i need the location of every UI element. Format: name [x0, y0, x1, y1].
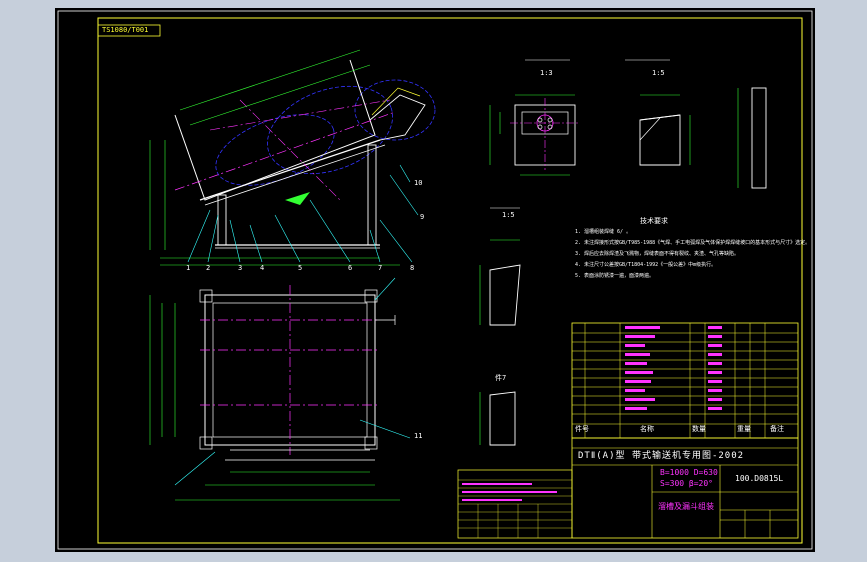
table-header-no: 件号 [575, 425, 589, 433]
title-main: DTⅡ(A)型 带式输送机专用图-2002 [578, 451, 745, 461]
tech-req-1: 1. 溜槽组装焊缝 6/ 。 [575, 229, 632, 235]
callout-11: 11 [414, 432, 423, 440]
table-header-name: 名称 [640, 425, 654, 433]
callout-1: 1 [186, 264, 191, 272]
table-header-remark: 备注 [770, 425, 784, 433]
tech-req-5: 5. 表面涂防锈漆一遍，面漆两遍。 [575, 273, 655, 279]
callout-9: 9 [420, 213, 425, 221]
callout-5: 5 [298, 264, 303, 272]
spec-line-2: S=300 β=20° [660, 479, 713, 488]
callout-8: 8 [410, 264, 415, 272]
table-header-weight: 重量 [737, 425, 751, 433]
section-label-c: 1:5 [502, 211, 515, 219]
callout-2: 2 [206, 264, 211, 272]
callout-6: 6 [348, 264, 353, 272]
tech-req-2: 2. 未注焊接形式按GB/T985-1988《气焊、手工电弧焊及气体保护焊焊缝坡… [575, 240, 811, 246]
callout-10: 10 [414, 179, 423, 187]
section-label-d: 件7 [495, 374, 507, 382]
tech-req-title: 技术要求 [640, 217, 668, 225]
section-label-a: 1:3 [540, 69, 553, 77]
table-header-qty: 数量 [692, 425, 706, 433]
spec-line-1: B=1000 D=630 [660, 468, 718, 477]
section-label-b: 1:5 [652, 69, 665, 77]
callout-3: 3 [238, 264, 243, 272]
drawing-number: 100.D0815L [735, 474, 784, 483]
part-name: 溜槽及漏斗组装 [658, 502, 714, 511]
tech-req-3: 3. 焊后应去除焊渣及飞溅物，焊缝表面不得有裂纹、夹渣、气孔等缺陷。 [575, 251, 740, 257]
code-box-text: TS1080/T001 [102, 26, 149, 34]
tech-req-4: 4. 未注尺寸公差按GB/T1804-1992《一般公差》中m级执行。 [575, 262, 717, 268]
callout-4: 4 [260, 264, 265, 272]
callout-7: 7 [378, 264, 383, 272]
